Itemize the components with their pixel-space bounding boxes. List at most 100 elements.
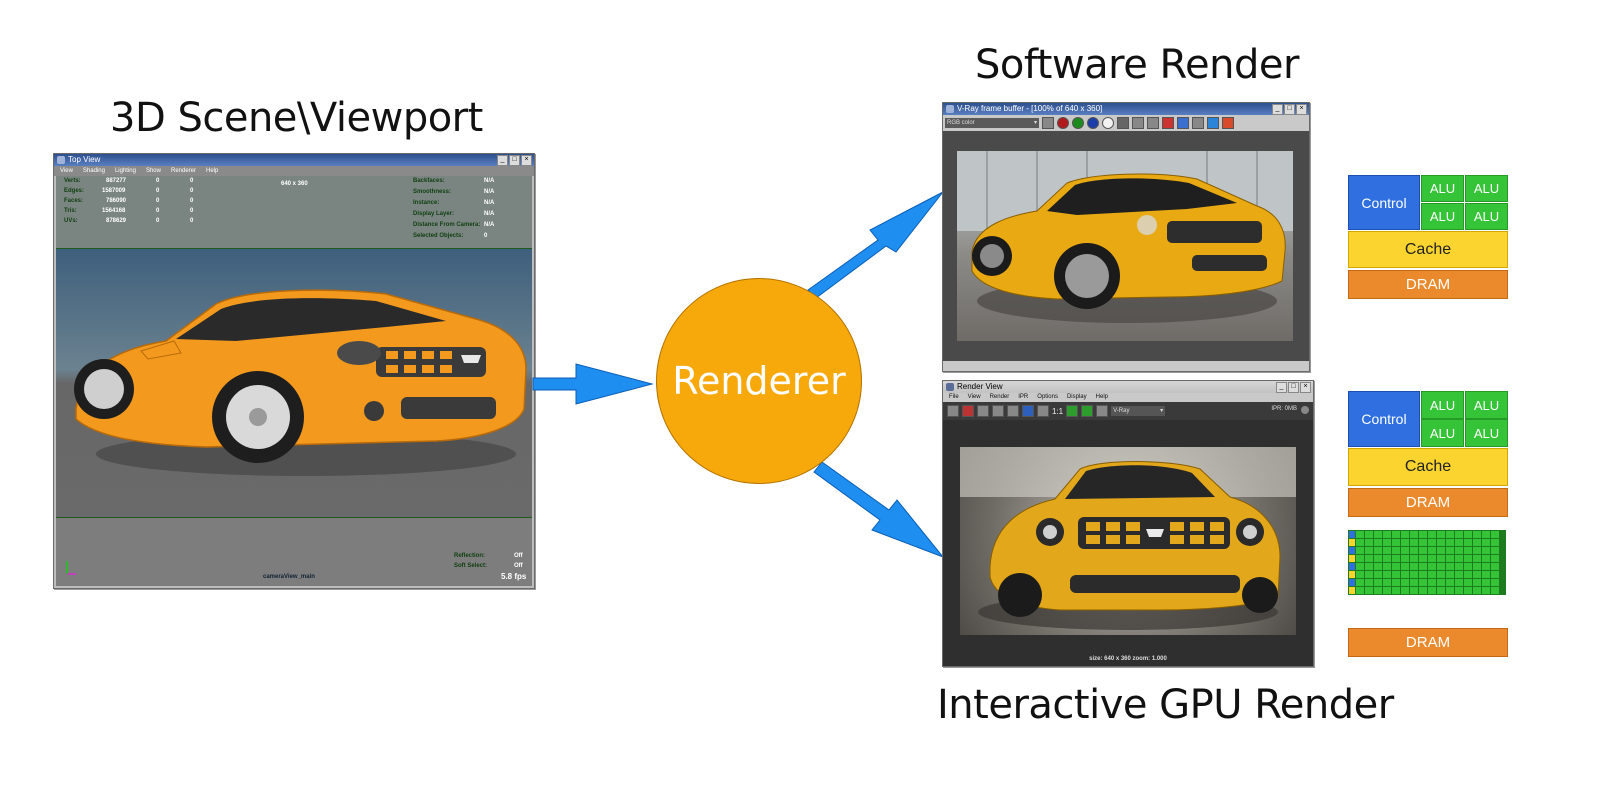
ipr-icon[interactable]	[992, 405, 1004, 417]
close-button[interactable]: ×	[521, 155, 532, 166]
menu-renderer[interactable]: Renderer	[171, 166, 196, 176]
gpu-alu-cell	[1365, 587, 1373, 594]
ratio-label[interactable]: 1:1	[1052, 407, 1063, 416]
gpu-alu-cell	[1410, 539, 1418, 546]
viewport-window-title: Top View	[68, 155, 101, 164]
gpu-alu-cell	[1392, 563, 1400, 570]
menu-view[interactable]: View	[60, 166, 73, 176]
render-icon[interactable]	[1207, 117, 1219, 129]
gpu-alu-cell	[1401, 531, 1409, 538]
menu-help[interactable]: Help	[206, 166, 218, 176]
gpu-alu-cell	[1419, 579, 1427, 586]
cpu-alu-block: ALU	[1421, 391, 1464, 419]
gpu-core-grid	[1348, 530, 1506, 595]
minimize-button[interactable]: _	[1276, 382, 1287, 393]
minimize-button[interactable]: _	[497, 155, 508, 166]
vray-toolbar: RGB color ▾	[943, 115, 1309, 131]
reflection-label: Reflection:	[454, 553, 486, 559]
gpu-alu-cell	[1410, 579, 1418, 586]
window-icon	[946, 383, 954, 391]
load-icon[interactable]	[1147, 117, 1159, 129]
maximize-button[interactable]: □	[509, 155, 520, 166]
mono-icon[interactable]	[1117, 117, 1129, 129]
gpu-alu-cell	[1455, 539, 1463, 546]
menu-lighting[interactable]: Lighting	[115, 166, 136, 176]
gpu-alu-cell	[1482, 539, 1490, 546]
gpu-alu-cell	[1410, 571, 1418, 578]
track-mouse-icon[interactable]	[1177, 117, 1189, 129]
menu-view[interactable]: View	[968, 393, 981, 402]
keep-image-icon[interactable]	[1066, 405, 1079, 417]
render-view-toolbar: 1:1 V-Ray ▾ IPR: 0MB	[943, 402, 1313, 420]
maximize-button[interactable]: □	[1284, 104, 1295, 115]
snapshot-icon[interactable]	[977, 405, 989, 417]
gpu-render-title: Interactive GPU Render	[937, 682, 1394, 728]
green-channel-icon[interactable]	[1072, 117, 1084, 129]
red-channel-icon[interactable]	[1057, 117, 1069, 129]
gpu-alu-cell	[1356, 531, 1364, 538]
camera-icon[interactable]	[1096, 405, 1109, 417]
maximize-button[interactable]: □	[1288, 382, 1299, 393]
save-icon[interactable]	[1132, 117, 1144, 129]
gpu-alu-cell	[1374, 547, 1382, 554]
gpu-alu-cell	[1401, 579, 1409, 586]
software-render-title: Software Render	[975, 42, 1299, 88]
gpu-alu-cell	[1473, 579, 1481, 586]
viewport-canvas[interactable]: 640 x 360 Verts: 887277 0 0 Edges: 15870…	[56, 176, 532, 586]
gpu-alu-cell	[1428, 587, 1436, 594]
gpu-alu-cell	[1464, 563, 1472, 570]
close-button[interactable]: ×	[1296, 104, 1307, 115]
menu-display[interactable]: Display	[1067, 393, 1087, 402]
channel-select[interactable]: RGB color ▾	[945, 118, 1039, 128]
rgb-icon[interactable]	[1022, 405, 1034, 417]
prop-label: Display Layer:	[413, 211, 455, 217]
alpha-channel-icon[interactable]	[1102, 117, 1114, 129]
redo-render-icon[interactable]	[947, 405, 959, 417]
render-view-titlebar[interactable]: Render View _ □ ×	[943, 381, 1313, 393]
renderer-select[interactable]: V-Ray ▾	[1111, 406, 1166, 416]
stop-icon[interactable]	[1222, 117, 1234, 129]
renderer-select-value: V-Ray	[1113, 408, 1130, 414]
render-region-icon[interactable]	[962, 405, 974, 417]
gpu-alu-cell	[1356, 547, 1364, 554]
gpu-alu-cell	[1419, 587, 1427, 594]
gpu-alu-cell	[1392, 539, 1400, 546]
gpu-alu-cell	[1473, 547, 1481, 554]
gpu-alu-cell	[1383, 571, 1391, 578]
remove-image-icon[interactable]	[1081, 405, 1094, 417]
menu-show[interactable]: Show	[146, 166, 161, 176]
clear-icon[interactable]	[1162, 117, 1174, 129]
gpu-alu-cell	[1374, 587, 1382, 594]
gpu-alu-cell	[1365, 579, 1373, 586]
stat-label: Edges:	[64, 188, 85, 194]
stat-value: 0	[190, 218, 194, 224]
alpha-icon[interactable]	[1037, 405, 1049, 417]
arrow-to-gpu-render	[813, 461, 945, 559]
gpu-alu-cell	[1437, 531, 1445, 538]
gpu-alu-cell	[1383, 547, 1391, 554]
menu-ipr[interactable]: IPR	[1018, 393, 1028, 402]
tool-icon[interactable]	[1042, 117, 1054, 129]
car-model	[74, 289, 527, 476]
refresh-icon[interactable]	[1007, 405, 1019, 417]
region-icon[interactable]	[1192, 117, 1204, 129]
minimize-button[interactable]: _	[1272, 104, 1283, 115]
stat-label: Verts:	[64, 178, 81, 184]
gpu-alu-cell	[1410, 587, 1418, 594]
gpu-alu-cell	[1428, 579, 1436, 586]
menu-options[interactable]: Options	[1037, 393, 1058, 402]
menu-help[interactable]: Help	[1096, 393, 1108, 402]
window-icon	[946, 105, 954, 113]
blue-channel-icon[interactable]	[1087, 117, 1099, 129]
menu-shading[interactable]: Shading	[83, 166, 105, 176]
menu-file[interactable]: File	[949, 393, 959, 402]
gpu-alu-cell	[1491, 547, 1499, 554]
gpu-alu-cell	[1365, 539, 1373, 546]
menu-render[interactable]: Render	[990, 393, 1010, 402]
vray-titlebar[interactable]: V-Ray frame buffer - [100% of 640 x 360]…	[943, 103, 1309, 115]
viewport-titlebar[interactable]: Top View _ □ ×	[54, 154, 534, 166]
gpu-alu-cell	[1428, 563, 1436, 570]
close-button[interactable]: ×	[1300, 382, 1311, 393]
cpu-alu-block: ALU	[1421, 175, 1464, 202]
cpu-alu-block: ALU	[1421, 419, 1464, 447]
